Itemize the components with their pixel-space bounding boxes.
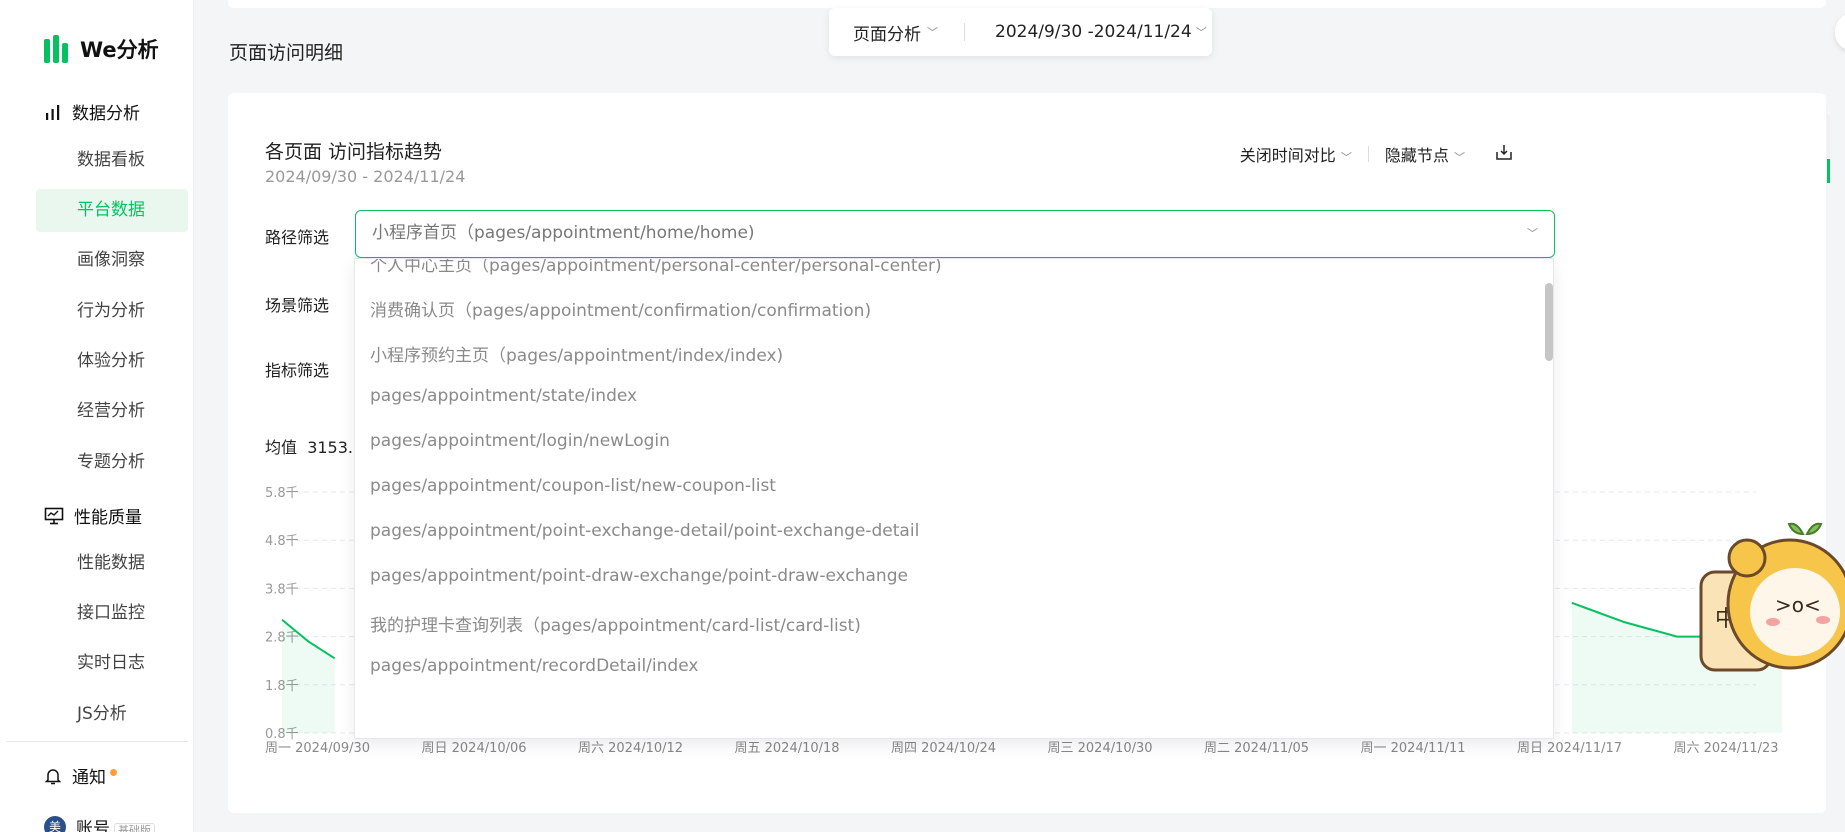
y-tick-label: 4.8千 xyxy=(265,534,299,549)
top-strip xyxy=(228,0,1826,8)
mode-select[interactable]: 页面分析 ﹀ xyxy=(829,20,964,45)
logo-icon xyxy=(44,35,70,63)
x-tick-label: 周三 2024/10/30 xyxy=(1048,741,1153,756)
sidebar-divider xyxy=(6,741,188,742)
card-title: 各页面 访问指标趋势 xyxy=(265,141,443,163)
x-tick-label: 周六 2024/11/23 xyxy=(1674,741,1779,756)
bar-chart-icon xyxy=(46,104,60,120)
dropdown-option[interactable]: pages/appointment/point-draw-exchange/po… xyxy=(370,566,908,586)
svg-text:>o<: >o< xyxy=(1775,593,1821,617)
sidebar-account[interactable]: 美 账号 基础版 xyxy=(44,814,155,832)
sidebar-item-topic[interactable]: 专题分析 xyxy=(36,441,188,484)
notify-dot xyxy=(110,769,117,776)
metric-filter-label: 指标筛选 xyxy=(265,361,330,380)
export-icon[interactable] xyxy=(1495,143,1513,166)
mode-select-label: 页面分析 xyxy=(853,24,921,45)
dropdown-option[interactable]: pages/appointment/recordDetail/index xyxy=(370,656,698,676)
sidebar-item-realtime-log[interactable]: 实时日志 xyxy=(36,642,188,685)
monitor-icon xyxy=(44,507,64,524)
sidebar-item-platform-data[interactable]: 平台数据 xyxy=(36,189,188,232)
card-subtitle: 2024/09/30 - 2024/11/24 xyxy=(265,167,466,186)
tools-separator xyxy=(1367,146,1369,162)
card-tools: 关闭时间对比 ﹀ 隐藏节点 ﹀ xyxy=(1240,142,1513,166)
scene-filter-label: 场景筛选 xyxy=(265,296,330,315)
path-dropdown-menu: 个人中心主页（pages/appointment/personal-center… xyxy=(354,258,1554,739)
logo[interactable]: We分析 xyxy=(44,34,159,64)
average-label: 均值 xyxy=(265,438,298,457)
sidebar-item-api-monitor[interactable]: 接口监控 xyxy=(36,592,188,635)
sidebar-item-behavior[interactable]: 行为分析 xyxy=(36,290,188,333)
x-tick-label: 周一 2024/11/11 xyxy=(1361,741,1466,756)
scroll-indicator[interactable] xyxy=(1827,115,1830,183)
top-bar: 页面分析 ﹀ 2024/9/30 -2024/11/24 ﹀ xyxy=(829,8,1212,56)
avatar: 美 xyxy=(44,815,66,832)
mascot-sticker: 中 >o< xyxy=(1699,522,1845,672)
dropdown-option[interactable]: 我的护理卡查询列表（pages/appointment/card-list/ca… xyxy=(370,611,861,636)
sidebar-item-portrait[interactable]: 画像洞察 xyxy=(36,239,188,282)
dropdown-option[interactable]: pages/appointment/point-exchange-detail/… xyxy=(370,521,919,541)
y-tick-label: 3.8千 xyxy=(265,582,299,597)
top-bar-separator xyxy=(964,23,965,41)
x-tick-label: 周五 2024/10/18 xyxy=(735,741,840,756)
dropdown-option[interactable]: 消费确认页（pages/appointment/confirmation/con… xyxy=(370,296,871,321)
sidebar-item-perf-data[interactable]: 性能数据 xyxy=(36,542,188,585)
sidebar-item-js-analysis[interactable]: JS分析 xyxy=(36,693,188,736)
nodes-toggle[interactable]: 隐藏节点 ﹀ xyxy=(1385,142,1465,166)
sidebar-notify[interactable]: 通知 xyxy=(44,763,117,788)
account-label: 账号 xyxy=(76,819,110,832)
dropdown-scrollbar[interactable] xyxy=(1545,283,1553,361)
sidebar-item-business[interactable]: 经营分析 xyxy=(36,390,188,433)
sidebar-item-dashboard[interactable]: 数据看板 xyxy=(36,139,188,182)
nav-group-performance[interactable]: 性能质量 xyxy=(44,503,142,528)
dropdown-option[interactable]: pages/appointment/login/newLogin xyxy=(370,431,670,451)
page-title: 页面访问明细 xyxy=(229,42,344,64)
dropdown-option[interactable]: 个人中心主页（pages/appointment/personal-center… xyxy=(370,259,942,276)
x-tick-label: 周二 2024/11/05 xyxy=(1204,741,1309,756)
nav-group-label: 数据分析 xyxy=(72,104,140,124)
corner-button[interactable] xyxy=(1835,14,1845,50)
chevron-down-icon: ﹀ xyxy=(1454,151,1465,164)
x-tick-label: 周日 2024/11/17 xyxy=(1517,741,1622,756)
compare-toggle[interactable]: 关闭时间对比 ﹀ xyxy=(1240,142,1352,166)
x-tick-label: 周日 2024/10/06 xyxy=(422,741,527,756)
sidebar: We分析 数据分析 数据看板 平台数据 画像洞察 行为分析 体验分析 经营分析 … xyxy=(0,0,194,832)
date-range-label: 2024/9/30 -2024/11/24 xyxy=(995,22,1192,42)
plan-badge: 基础版 xyxy=(114,823,155,832)
nav-group-label: 性能质量 xyxy=(74,508,142,528)
path-filter-label: 路径筛选 xyxy=(265,228,330,247)
date-range-picker[interactable]: 2024/9/30 -2024/11/24 ﹀ xyxy=(995,22,1207,42)
chevron-down-icon: ﹀ xyxy=(1527,227,1538,240)
x-tick-label: 周四 2024/10/24 xyxy=(891,741,996,756)
dropdown-option[interactable]: pages/appointment/coupon-list/new-coupon… xyxy=(370,476,776,496)
average-summary: 均值 3153.0 xyxy=(265,434,363,458)
chevron-down-icon: ﹀ xyxy=(927,26,938,39)
compare-toggle-label: 关闭时间对比 xyxy=(1239,146,1336,165)
chevron-down-icon: ﹀ xyxy=(1340,151,1352,164)
bell-icon xyxy=(44,768,62,784)
sidebar-item-experience[interactable]: 体验分析 xyxy=(36,340,188,383)
nav-group-data-analysis[interactable]: 数据分析 xyxy=(44,99,140,124)
dropdown-option[interactable]: 小程序预约主页（pages/appointment/index/index) xyxy=(370,341,783,366)
dropdown-option[interactable]: pages/appointment/state/index xyxy=(370,386,637,406)
logo-text: We分析 xyxy=(80,38,159,62)
y-tick-label: 5.8千 xyxy=(265,486,299,501)
chevron-down-icon: ﹀ xyxy=(1195,26,1207,39)
x-tick-label: 周一 2024/09/30 xyxy=(265,741,370,756)
path-filter-select[interactable]: 小程序首页（pages/appointment/home/home) ﹀ xyxy=(355,210,1555,258)
nodes-toggle-label: 隐藏节点 xyxy=(1384,146,1449,165)
x-tick-label: 周六 2024/10/12 xyxy=(578,741,683,756)
path-filter-value: 小程序首页（pages/appointment/home/home) xyxy=(372,223,755,243)
notify-label: 通知 xyxy=(72,768,106,788)
